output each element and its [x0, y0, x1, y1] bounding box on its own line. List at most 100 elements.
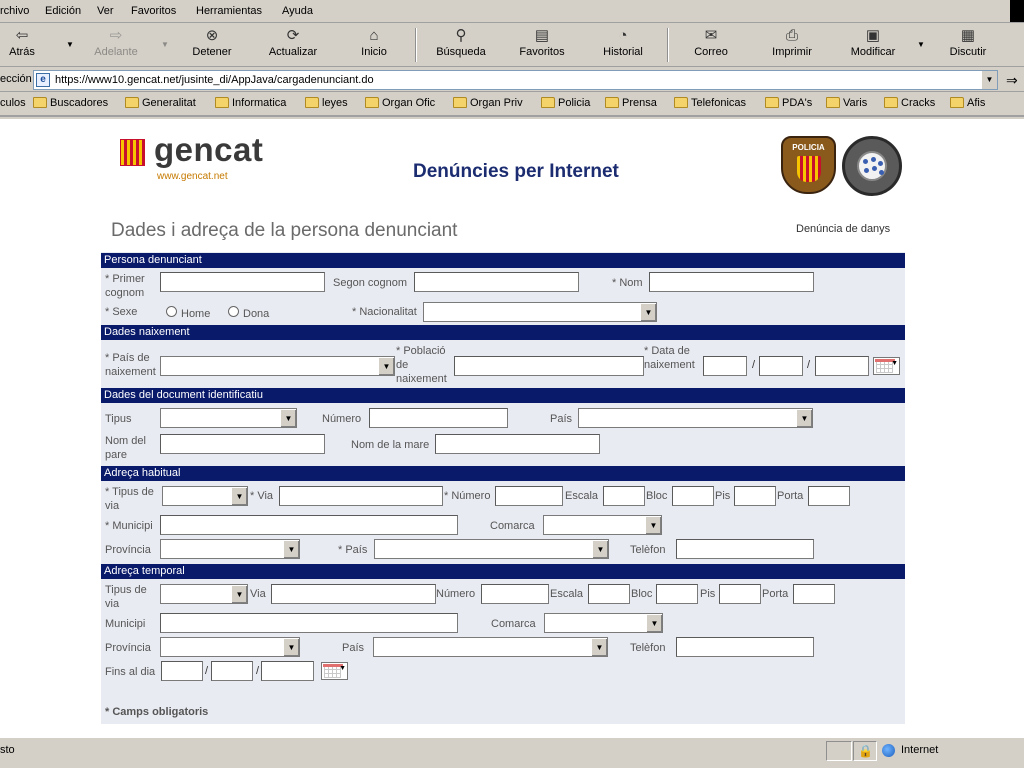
link-folder[interactable]: Prensa: [605, 97, 657, 109]
pais-temp-label: País: [342, 642, 365, 654]
nacionalitat-label: * Nacionalitat: [352, 306, 417, 318]
bloc-temp-input[interactable]: [656, 584, 698, 604]
link-folder[interactable]: Organ Ofic: [365, 97, 435, 109]
address-input[interactable]: e https://www10.gencat.net/jusinte_di/Ap…: [33, 70, 998, 90]
stop-button[interactable]: ⊗ Detener: [188, 27, 236, 65]
folder-icon: [365, 97, 379, 108]
chevron-down-icon: ▼: [592, 540, 608, 558]
link-folder[interactable]: Afis: [950, 97, 985, 109]
go-icon[interactable]: ⇒: [1006, 72, 1018, 89]
via-input[interactable]: [279, 486, 443, 506]
bloc-label: Bloc: [646, 490, 668, 502]
edit-page-button[interactable]: ▣ Modificar: [848, 27, 898, 65]
link-folder[interactable]: Cracks: [884, 97, 935, 109]
nom-mare-input[interactable]: [435, 434, 600, 454]
calendar-icon[interactable]: ▼: [321, 662, 348, 680]
link-folder[interactable]: leyes: [305, 97, 348, 109]
folder-icon: [33, 97, 47, 108]
forward-button[interactable]: ⇨ Adelante: [90, 27, 142, 65]
date-separator: /: [256, 665, 260, 677]
porta-input[interactable]: [808, 486, 850, 506]
forward-dropdown-icon[interactable]: ▼: [161, 40, 169, 49]
address-dropdown-icon[interactable]: ▼: [981, 71, 997, 89]
escala-input[interactable]: [603, 486, 645, 506]
pis-temp-input[interactable]: [719, 584, 761, 604]
back-arrow-icon: ⇦: [15, 27, 29, 44]
menu-help[interactable]: Ayuda: [282, 5, 313, 17]
naixement-month-input[interactable]: [759, 356, 803, 376]
menu-tools[interactable]: Herramientas: [196, 5, 262, 17]
poblacio-naixement-input[interactable]: [454, 356, 644, 376]
naixement-year-input[interactable]: [815, 356, 869, 376]
link-folder[interactable]: Informatica: [215, 97, 286, 109]
telefon-input[interactable]: [676, 539, 814, 559]
primer-cognom-input[interactable]: [160, 272, 325, 292]
tipus-via-select[interactable]: ▼: [162, 486, 248, 506]
pis-input[interactable]: [734, 486, 776, 506]
pais-temp-select[interactable]: ▼: [373, 637, 608, 657]
refresh-button[interactable]: ⟳ Actualizar: [265, 27, 321, 65]
menu-file[interactable]: rchivo: [0, 5, 29, 17]
sexe-home-radio[interactable]: [166, 306, 177, 317]
history-button[interactable]: ◔ Historial: [601, 27, 645, 65]
pais-select[interactable]: ▼: [374, 539, 609, 559]
mail-button[interactable]: ✉ Correo: [691, 27, 731, 65]
bloc-input[interactable]: [672, 486, 714, 506]
porta-temp-input[interactable]: [793, 584, 835, 604]
back-button[interactable]: ⇦ Atrás: [6, 27, 38, 65]
link-folder[interactable]: Varis: [826, 97, 867, 109]
municipi-temp-input[interactable]: [160, 613, 458, 633]
menu-edit[interactable]: Edición: [45, 5, 81, 17]
globe-icon: [882, 744, 895, 757]
fins-day-input[interactable]: [161, 661, 203, 681]
nom-pare-label: Nom del pare: [105, 435, 146, 461]
nom-pare-input[interactable]: [160, 434, 325, 454]
edit-label: Modificar: [850, 46, 896, 58]
link-folder[interactable]: Policia: [541, 97, 590, 109]
pais-naixement-select[interactable]: ▼: [160, 356, 395, 376]
sexe-dona-radio[interactable]: [228, 306, 239, 317]
calendar-icon[interactable]: ▼: [873, 357, 900, 375]
discuss-button[interactable]: ▦ Discutir: [947, 27, 989, 65]
menu-view[interactable]: Ver: [97, 5, 114, 17]
link-folder[interactable]: Organ Priv: [453, 97, 523, 109]
folder-icon: [826, 97, 840, 108]
porta-temp-label: Porta: [762, 588, 789, 600]
numero-document-input[interactable]: [369, 408, 508, 428]
link-folder[interactable]: Generalitat: [125, 97, 196, 109]
comarca-temp-select[interactable]: ▼: [544, 613, 663, 633]
link-folder[interactable]: Telefonicas: [674, 97, 746, 109]
provincia-temp-select[interactable]: ▼: [160, 637, 300, 657]
chevron-down-icon: ▼: [231, 585, 247, 603]
numero-input[interactable]: [495, 486, 563, 506]
print-button[interactable]: ⎙ Imprimir: [770, 27, 814, 65]
favorites-button[interactable]: ▤ Favoritos: [516, 27, 568, 65]
via-temp-input[interactable]: [271, 584, 436, 604]
fins-year-input[interactable]: [261, 661, 314, 681]
link-folder[interactable]: Buscadores: [33, 97, 108, 109]
pais-document-select[interactable]: ▼: [578, 408, 813, 428]
link-folder[interactable]: PDA's: [765, 97, 812, 109]
nom-input[interactable]: [649, 272, 814, 292]
chevron-down-icon: ▼: [640, 303, 656, 321]
comarca-select[interactable]: ▼: [543, 515, 662, 535]
tipus-via-temp-select[interactable]: ▼: [160, 584, 248, 604]
segon-cognom-input[interactable]: [414, 272, 579, 292]
municipi-input[interactable]: [160, 515, 458, 535]
back-dropdown-icon[interactable]: ▼: [66, 40, 74, 49]
escala-temp-input[interactable]: [588, 584, 630, 604]
chevron-down-icon: ▼: [591, 638, 607, 656]
folder-icon: [305, 97, 319, 108]
edit-dropdown-icon[interactable]: ▼: [917, 40, 925, 49]
provincia-select[interactable]: ▼: [160, 539, 300, 559]
fins-month-input[interactable]: [211, 661, 253, 681]
nacionalitat-select[interactable]: ▼: [423, 302, 657, 322]
home-button[interactable]: ⌂ Inicio: [356, 27, 392, 65]
search-button[interactable]: ⚲ Búsqueda: [434, 27, 488, 65]
chevron-down-icon: ▼: [283, 638, 299, 656]
naixement-day-input[interactable]: [703, 356, 747, 376]
tipus-document-select[interactable]: ▼: [160, 408, 297, 428]
numero-temp-input[interactable]: [481, 584, 549, 604]
telefon-temp-input[interactable]: [676, 637, 814, 657]
menu-favorites[interactable]: Favoritos: [131, 5, 176, 17]
